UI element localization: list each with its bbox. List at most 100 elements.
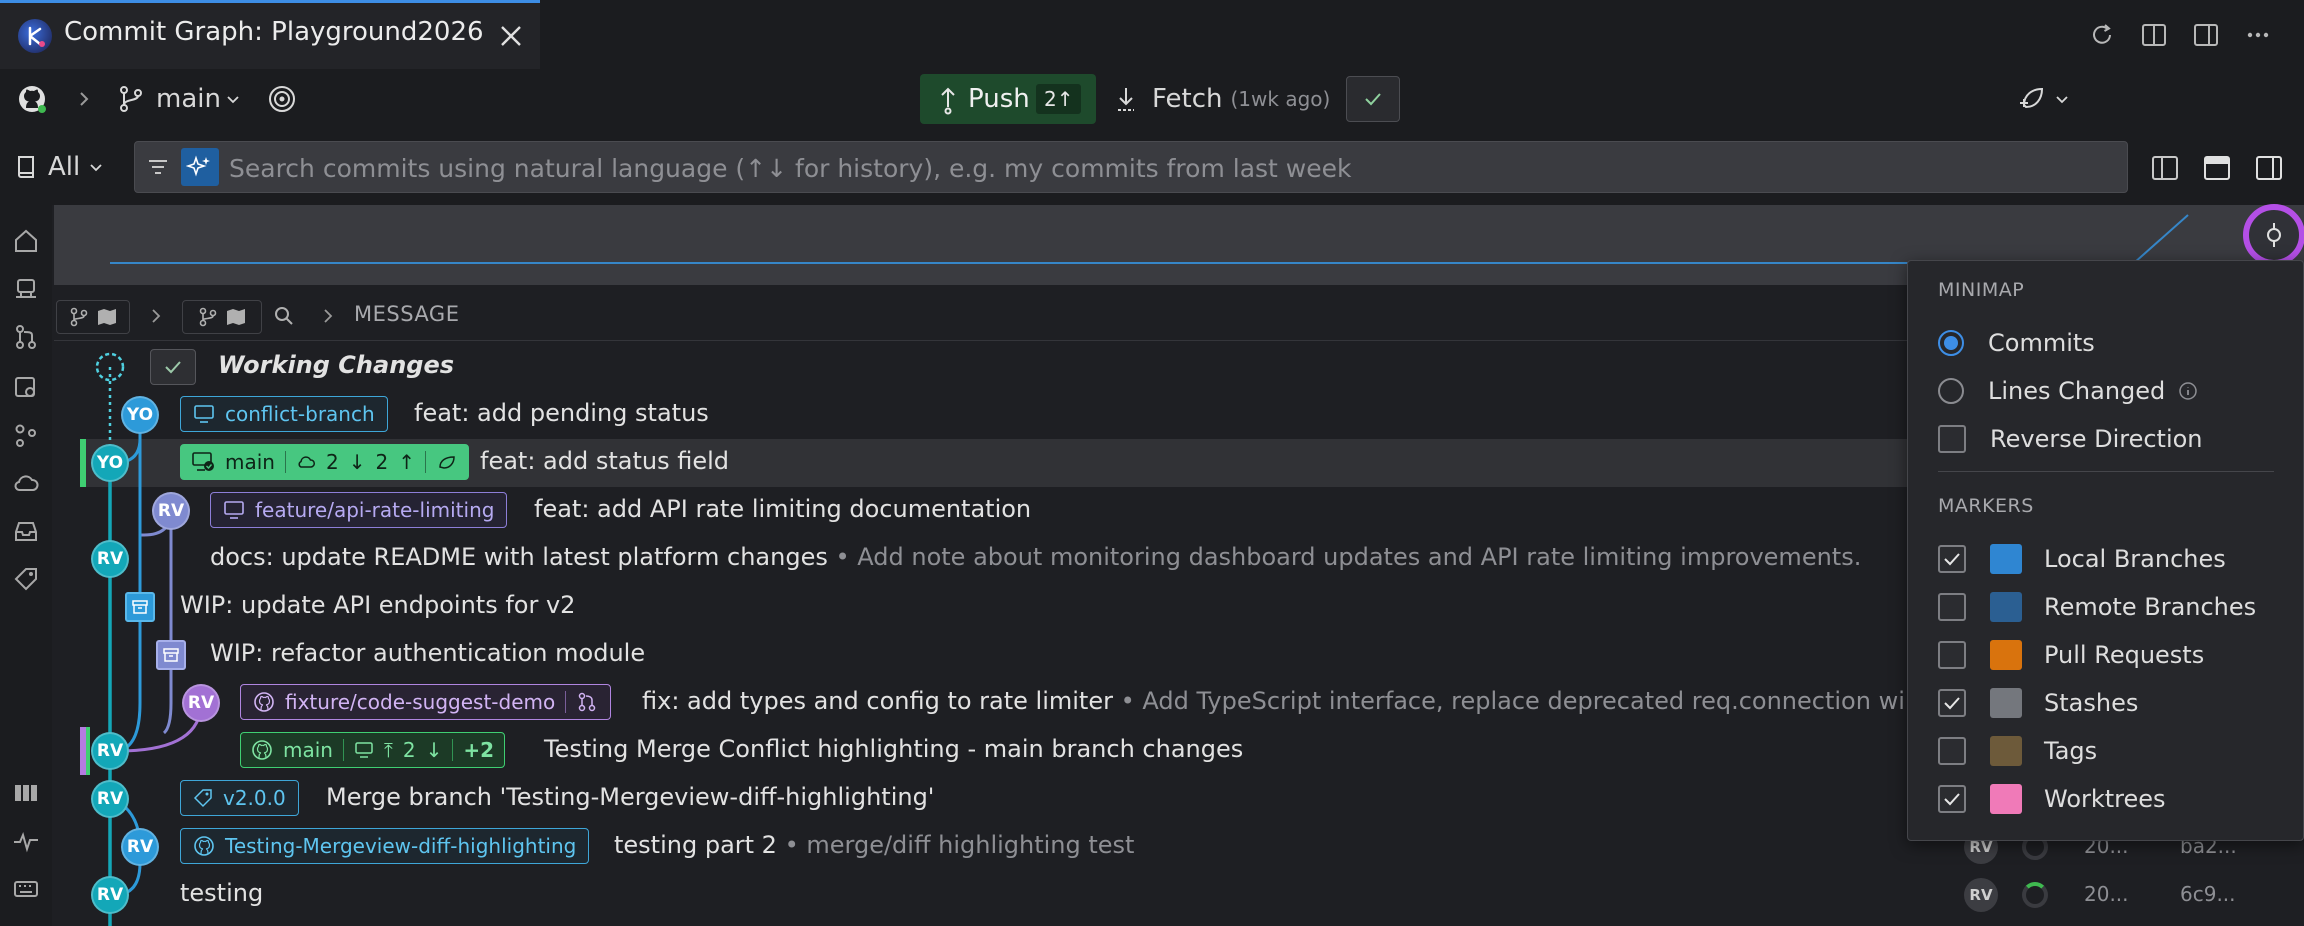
marker-pull-requests[interactable]: Pull Requests xyxy=(1938,635,2298,675)
commit-sha: 6c9... xyxy=(2180,882,2236,906)
fetch-icon xyxy=(1118,88,1134,111)
pulse-icon[interactable] xyxy=(8,823,44,859)
radio-lines-changed[interactable]: Lines Changed xyxy=(1938,371,2298,411)
layout-sidebar-right-icon[interactable] xyxy=(2252,151,2286,185)
toggle-panel-icon[interactable] xyxy=(2189,18,2223,52)
target-icon[interactable] xyxy=(264,81,300,117)
inbox-icon[interactable] xyxy=(8,513,44,549)
author-avatar: RV xyxy=(152,492,190,530)
table-row[interactable]: YO conflict-branch feat: add pending sta… xyxy=(54,391,1914,439)
marker-tags[interactable]: Tags xyxy=(1938,731,2298,771)
table-row-working-changes[interactable]: Working Changes xyxy=(54,343,1914,391)
remote-branch-pill[interactable]: Testing-Mergeview-diff-highlighting xyxy=(180,828,590,864)
branch-pill[interactable]: feature/api-rate-limiting xyxy=(210,492,508,528)
marker-color-swatch xyxy=(1990,640,2022,670)
search-icon[interactable] xyxy=(270,302,298,330)
reverse-direction-option[interactable]: Reverse Direction xyxy=(1938,419,2298,459)
marker-checkbox[interactable] xyxy=(1938,545,1966,573)
author-avatar-small: RV xyxy=(1964,878,1998,912)
minimap-settings-button[interactable] xyxy=(2243,204,2304,266)
github-icon[interactable] xyxy=(14,81,50,117)
tag-pill[interactable]: v2.0.0 xyxy=(180,780,299,816)
table-row[interactable]: RV Testing-Mergeview-diff-highlighting t… xyxy=(54,823,2237,871)
branch-name: feature/api-rate-limiting xyxy=(255,498,495,522)
filter-icon[interactable] xyxy=(143,152,173,182)
table-row[interactable]: RV main ⤒ 2 ↓ +2 Testing Merge Conflict hi… xyxy=(54,727,1914,775)
graph-column-toggle[interactable] xyxy=(182,300,262,334)
table-row-stash[interactable]: WIP: refactor authentication module xyxy=(54,631,1914,679)
menu-divider xyxy=(1938,471,2274,472)
home-icon[interactable] xyxy=(8,223,44,259)
commit-message: testing part 2 xyxy=(614,831,777,859)
fetch-button[interactable]: Fetch (1wk ago) xyxy=(1112,74,1342,124)
marker-remote-branches[interactable]: Remote Branches xyxy=(1938,587,2298,627)
keyboard-icon[interactable] xyxy=(8,871,44,907)
check-icon xyxy=(1944,697,1960,710)
marker-label: Stashes xyxy=(2044,689,2139,717)
repository-icon xyxy=(18,156,34,178)
commit-graph-icon[interactable] xyxy=(8,417,44,453)
ahead-count: 2 xyxy=(375,450,389,474)
author-avatar: RV xyxy=(121,828,159,866)
chevron-down-icon xyxy=(227,96,239,104)
radio-lines-control[interactable] xyxy=(1938,378,1964,404)
commit-dot-icon xyxy=(2267,223,2281,247)
table-row[interactable]: RV v2.0.0 Merge branch 'Testing-Mergevie… xyxy=(54,775,1914,823)
github-icon xyxy=(252,740,272,760)
source-control-icon[interactable] xyxy=(8,319,44,355)
refresh-icon[interactable] xyxy=(2085,18,2119,52)
graph-toolbar: main Push 2↑ Fetch (1wk ago) xyxy=(0,69,2304,129)
extra-refs-count: +2 xyxy=(463,738,495,762)
launchpad-icon[interactable] xyxy=(8,271,44,307)
marker-checkbox[interactable] xyxy=(1938,689,1966,717)
layout-sidebar-left-icon[interactable] xyxy=(2148,151,2182,185)
remote-branch-pill-main[interactable]: main ⤒ 2 ↓ +2 xyxy=(240,732,506,768)
message-column-header[interactable]: MESSAGE xyxy=(354,302,459,326)
branch-pill[interactable]: conflict-branch xyxy=(180,396,388,432)
branch-pill[interactable]: fixture/code-suggest-demo xyxy=(240,684,612,720)
stage-all-button[interactable] xyxy=(150,349,196,385)
table-row-stash[interactable]: WIP: update API endpoints for v2 xyxy=(54,583,1914,631)
branch-selector[interactable]: main xyxy=(116,81,246,117)
table-row[interactable]: RV docs: update README with latest platf… xyxy=(54,535,1914,583)
ai-sparkle-icon[interactable] xyxy=(181,148,219,186)
table-row[interactable]: RV feature/api-rate-limiting feat: add A… xyxy=(54,487,1914,535)
branch-name: conflict-branch xyxy=(225,402,375,426)
push-icon xyxy=(941,87,955,115)
table-row[interactable]: RV fixture/code-suggest-demo fix: add ty… xyxy=(54,679,1914,727)
search-scope-selector[interactable]: All xyxy=(14,149,118,185)
radio-commits[interactable]: Commits xyxy=(1938,323,2298,363)
split-editor-icon[interactable] xyxy=(2137,18,2171,52)
reverse-direction-checkbox[interactable] xyxy=(1938,425,1966,453)
columns-icon[interactable] xyxy=(8,775,44,811)
branch-pill-main[interactable]: main 2 ↓ 2 ↑ xyxy=(180,444,469,480)
radio-commits-control[interactable] xyxy=(1938,330,1964,356)
marker-worktrees[interactable]: Worktrees xyxy=(1938,779,2298,819)
search-input[interactable] xyxy=(227,142,2111,194)
marker-checkbox[interactable] xyxy=(1938,593,1966,621)
marker-color-swatch xyxy=(1990,688,2022,718)
marker-label: Tags xyxy=(2044,737,2098,765)
marker-local-branches[interactable]: Local Branches xyxy=(1938,539,2298,579)
cloud-icon xyxy=(298,456,315,468)
commit-date: 20... xyxy=(2084,882,2129,906)
marker-checkbox[interactable] xyxy=(1938,641,1966,669)
marker-checkbox[interactable] xyxy=(1938,737,1966,765)
radio-commits-label: Commits xyxy=(1988,329,2095,357)
close-tab-icon[interactable] xyxy=(496,21,526,51)
tag-icon[interactable] xyxy=(8,561,44,597)
branch-column-toggle[interactable] xyxy=(56,300,130,334)
marker-stashes[interactable]: Stashes xyxy=(1938,683,2298,723)
tab-commit-graph[interactable]: Commit Graph: Playground2026 xyxy=(0,0,540,69)
cloud-icon[interactable] xyxy=(8,465,44,501)
launchpad-dropdown[interactable] xyxy=(2016,81,2076,117)
table-row-selected[interactable]: YO main 2 ↓ 2 ↑ feat: add status field xyxy=(54,439,1914,487)
marker-checkbox[interactable] xyxy=(1938,785,1966,813)
layout-panel-top-icon[interactable] xyxy=(2200,151,2234,185)
sync-check-button[interactable] xyxy=(1346,76,1400,122)
more-actions-icon[interactable] xyxy=(2241,18,2275,52)
table-row[interactable]: RV testing RV 20... 6c9... xyxy=(54,871,2236,919)
commit-message: feat: add status field xyxy=(480,447,730,475)
push-button[interactable]: Push 2↑ xyxy=(920,74,1096,124)
inspect-icon[interactable] xyxy=(8,369,44,405)
